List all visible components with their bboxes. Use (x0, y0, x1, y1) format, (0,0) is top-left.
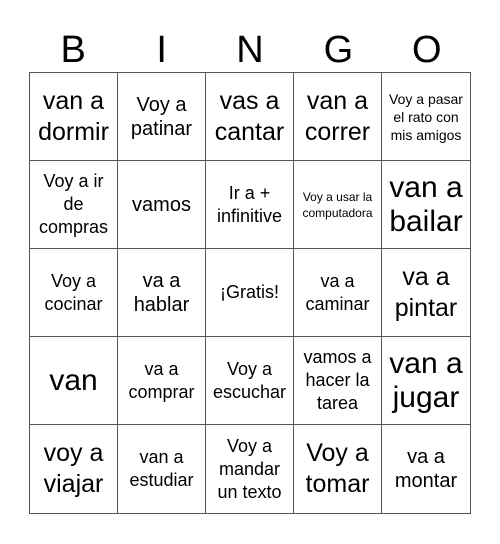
bingo-cell-text: Voy a usar la computadora (302, 189, 373, 220)
bingo-cell-text: Voy a cocinar (44, 270, 103, 314)
bingo-cell[interactable]: Voy a cocinar (30, 249, 118, 337)
bingo-cell-text: van a bailar (389, 170, 463, 238)
bingo-cell-text: Voy a patinar (130, 93, 193, 140)
bingo-cell-text: ¡Gratis! (219, 282, 279, 302)
bingo-cell-text: Ir a + infinitive (216, 182, 283, 226)
bingo-cell[interactable]: vamos a hacer la tarea (294, 337, 382, 425)
bingo-cell[interactable]: Ir a + infinitive (206, 161, 294, 249)
bingo-cell-text: va a pintar (394, 262, 458, 322)
bingo-cell[interactable]: Voy a tomar (294, 425, 382, 513)
bingo-cell[interactable]: Voy a mandar un texto (206, 425, 294, 513)
bingo-cell[interactable]: va a montar (382, 425, 470, 513)
bingo-cell[interactable]: Voy a pasar el rato con mis amigos (382, 73, 470, 161)
bingo-cell-text: va a montar (394, 446, 458, 492)
header-letter-b: B (60, 29, 86, 71)
bingo-cell-text: va a hablar (133, 269, 190, 316)
bingo-cell-text: van (49, 363, 98, 397)
bingo-cell-text: vas a cantar (214, 86, 285, 146)
header-letter-o: O (412, 29, 442, 71)
bingo-grid: van a dormir Voy a patinar vas a cantar van… (29, 72, 471, 514)
bingo-cell-text: van a dormir (38, 86, 109, 146)
bingo-cell-text: Voy a tomar (305, 439, 370, 498)
bingo-cell[interactable]: van a estudiar (118, 425, 206, 513)
bingo-cell[interactable]: van a dormir (30, 73, 118, 161)
header-letter-n: N (236, 29, 264, 71)
bingo-cell[interactable]: va a hablar (118, 249, 206, 337)
header-letter-g: G (323, 29, 354, 71)
bingo-cell[interactable]: va a comprar (118, 337, 206, 425)
bingo-cell-text: va a caminar (305, 270, 370, 314)
bingo-cell[interactable]: va a pintar (382, 249, 470, 337)
bingo-cell[interactable]: vas a cantar (206, 73, 294, 161)
bingo-cell[interactable]: va a caminar (294, 249, 382, 337)
bingo-cell[interactable]: Voy a ir de compras (30, 161, 118, 249)
bingo-cell[interactable]: voy a viajar (30, 425, 118, 513)
bingo-cell-text: van a correr (304, 86, 371, 146)
bingo-cell[interactable]: Voy a patinar (118, 73, 206, 161)
bingo-cell-text: vamos a hacer la tarea (303, 347, 372, 413)
bingo-cell-text: voy a viajar (43, 439, 104, 498)
bingo-cell[interactable]: ¡Gratis! (206, 249, 294, 337)
bingo-card: B I N G O van a dormir Voy a patinar vas a… (0, 0, 500, 544)
bingo-cell[interactable]: van a bailar (382, 161, 470, 249)
bingo-cell[interactable]: Voy a escuchar (206, 337, 294, 425)
bingo-header: B I N G O (29, 28, 471, 72)
bingo-cell[interactable]: van a correr (294, 73, 382, 161)
bingo-cell[interactable]: Voy a usar la computadora (294, 161, 382, 249)
bingo-cell-text: van a jugar (389, 346, 463, 414)
bingo-cell-text: Voy a escuchar (212, 358, 287, 402)
bingo-cell-text: Voy a pasar el rato con mis amigos (389, 90, 463, 143)
bingo-cell[interactable]: van a jugar (382, 337, 470, 425)
bingo-cell-text: Voy a ir de compras (38, 171, 109, 237)
header-letter-i: I (156, 29, 167, 71)
bingo-cell-text: van a estudiar (129, 447, 194, 490)
bingo-cell-text: vamos (132, 193, 191, 216)
bingo-cell-text: Voy a mandar un texto (217, 435, 282, 502)
bingo-cell[interactable]: vamos (118, 161, 206, 249)
bingo-cell[interactable]: van (30, 337, 118, 425)
bingo-cell-text: va a comprar (128, 358, 195, 402)
